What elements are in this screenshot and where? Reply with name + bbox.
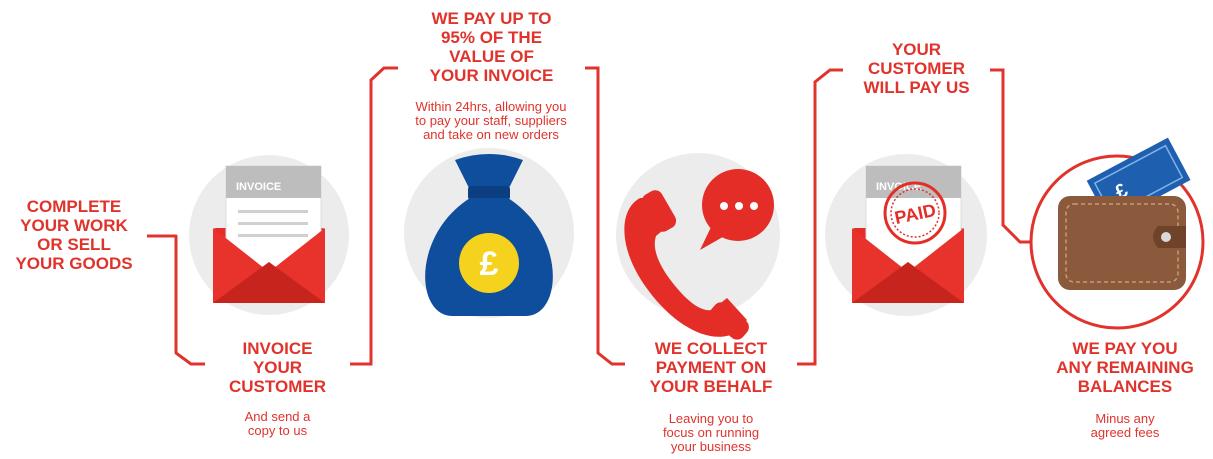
invoice-label: INVOICE <box>236 181 281 193</box>
step-heading-collect-payment: WE COLLECT PAYMENT ON YOUR BEHALF <box>649 339 773 396</box>
step-subtext-collect-payment: Leaving you to focus on running your bus… <box>662 411 760 454</box>
step-heading-customer-pays: YOUR CUSTOMER WILL PAY US <box>863 40 970 97</box>
pound-symbol: £ <box>480 245 499 283</box>
step-subtext-we-pay: Within 24hrs, allowing you to pay your s… <box>415 99 567 142</box>
process-diagram: INVOICE £ INVOICE PAID £ <box>147 66 1205 366</box>
step-subtext-invoice-customer: And send a copy to us <box>244 409 311 438</box>
step-heading-we-pay: WE PAY UP TO 95% OF THE VALUE OF YOUR IN… <box>429 9 554 85</box>
step-heading-complete-work: COMPLETE YOUR WORK OR SELL YOUR GOODS <box>15 197 133 273</box>
connector-line <box>990 68 1036 244</box>
step-heading-invoice-customer: INVOICE YOUR CUSTOMER <box>229 339 326 396</box>
step-heading-pay-balances: WE PAY YOU ANY REMAINING BALANCES <box>1056 339 1194 396</box>
envelope-paid-icon: INVOICE PAID <box>852 165 964 303</box>
step-subtext-pay-balances: Minus any agreed fees <box>1090 411 1160 440</box>
envelope-invoice-icon: INVOICE <box>213 165 325 303</box>
